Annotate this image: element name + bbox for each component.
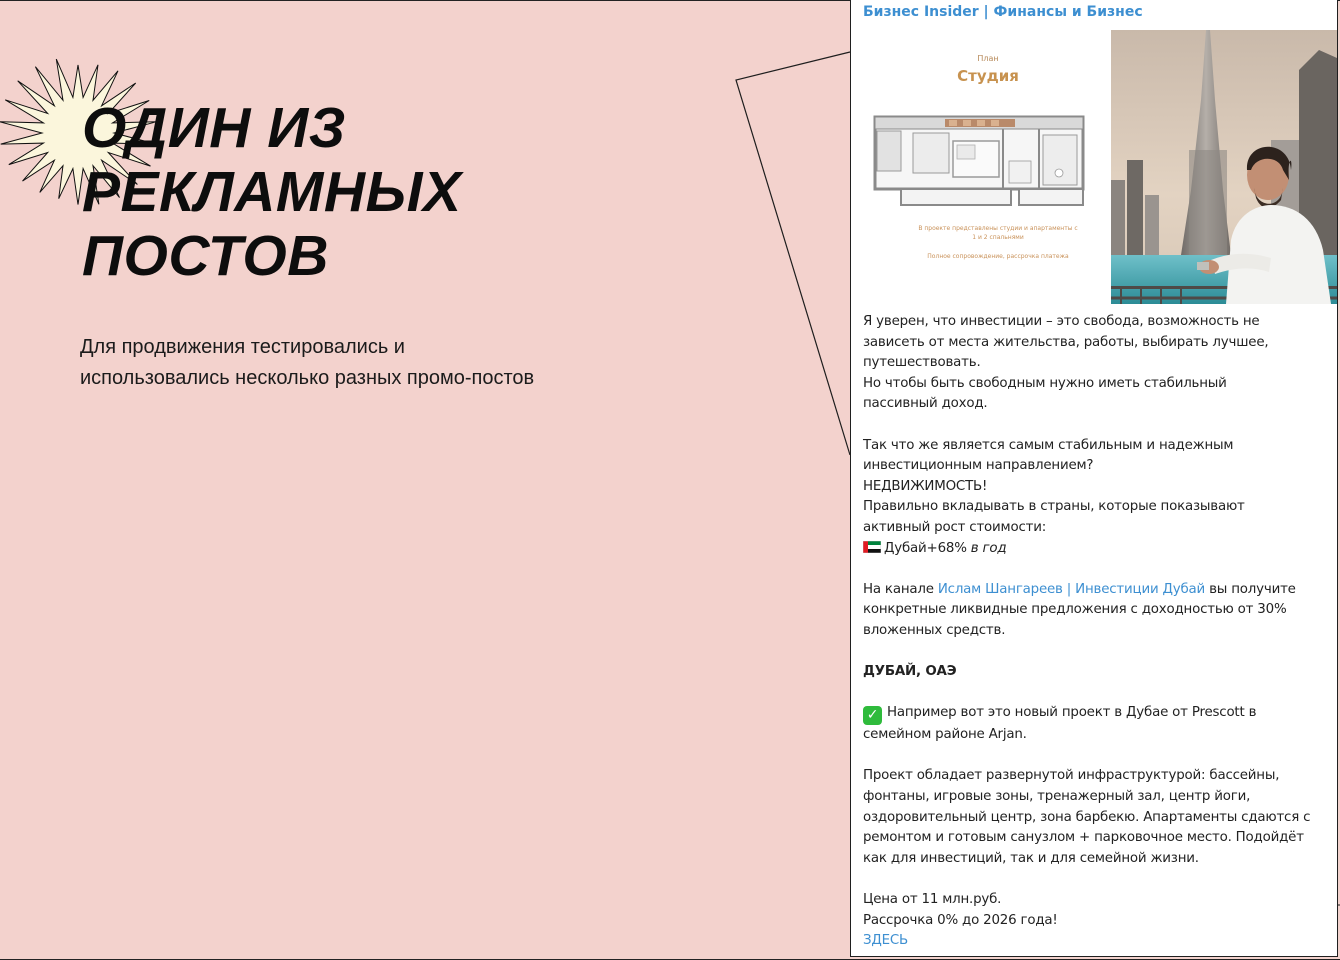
channel-promo-suffix: вы получите xyxy=(1205,581,1296,597)
dubai-growth-text: Дубай+68% xyxy=(884,540,971,556)
plan-title: Студия xyxy=(957,67,1019,85)
post-text-line: Например вот это новый проект в Дубае от… xyxy=(887,705,1257,721)
subtitle: Для продвижения тестировались и использо… xyxy=(80,332,640,394)
post-body-text: Я уверен, что инвестиции – это свобода, … xyxy=(863,312,1327,952)
promoted-channel-link[interactable]: Ислам Шангареев | Инвестиции Дубай xyxy=(938,582,1205,597)
post-text-line: семейном районе Arjan. xyxy=(863,727,1027,743)
post-text-line: инвестиционным направлением? xyxy=(863,458,1094,474)
installment-text: Рассрочка 0% до 2026 года! xyxy=(863,912,1058,928)
post-text-line: конкретные ликвидные предложения с доход… xyxy=(863,602,1287,618)
post-text-line: как для инвестиций, так и для семейной ж… xyxy=(863,850,1199,866)
telegram-post-card: Бизнес Insider | Финансы и Бизнес План С… xyxy=(850,0,1338,957)
channel-promo-prefix: На канале xyxy=(863,581,938,597)
post-text-line: вложенных средств. xyxy=(863,622,1006,638)
dubai-photo-drawing xyxy=(1111,30,1337,304)
floor-plan-drawing xyxy=(873,115,1085,206)
post-text-line: фонтаны, игровые зоны, тренажерный зал, … xyxy=(863,789,1251,805)
plan-small-label: План xyxy=(977,54,999,63)
post-text-line: Проект обладает развернутой инфраструкту… xyxy=(863,768,1280,784)
post-text-line: НЕДВИЖИМОСТЬ! xyxy=(863,478,988,494)
plan-note-secondary: Полное сопровождение, рассрочка платежа xyxy=(927,253,1069,260)
uae-flag-icon xyxy=(863,540,881,553)
post-text-line: активный рост стоимости: xyxy=(863,519,1047,535)
channel-name-link[interactable]: Бизнес Insider | Финансы и Бизнес xyxy=(863,4,1143,20)
per-year-text: в год xyxy=(970,540,1007,556)
post-text-line: зависеть от места жительства, работы, вы… xyxy=(863,334,1269,350)
post-text-line: Но чтобы быть свободным нужно иметь стаб… xyxy=(863,375,1227,391)
subtitle-line: Для продвижения тестировались и xyxy=(80,336,405,358)
title-line: ПОСТОВ xyxy=(82,224,329,288)
post-text-line: Так что же является самым стабильным и н… xyxy=(863,437,1234,453)
title-line: РЕКЛАМНЫХ xyxy=(82,160,462,224)
post-text-line: Правильно вкладывать в страны, которые п… xyxy=(863,499,1245,515)
post-text-line: оздоровительный центр, зона барбекю. Апа… xyxy=(863,809,1311,825)
page-title: ОДИН ИЗ РЕКЛАМНЫХ ПОСТОВ xyxy=(82,96,462,288)
floor-plan-image[interactable]: План Студия В проекте представлены студи… xyxy=(863,30,1113,304)
price-text: Цена от 11 млн.руб. xyxy=(863,892,1002,908)
plan-note: В проекте представлены студии и апартаме… xyxy=(918,225,1078,241)
title-line: ОДИН ИЗ xyxy=(82,96,346,160)
dubai-photo-image[interactable] xyxy=(1111,30,1337,304)
post-text-line: Я уверен, что инвестиции – это свобода, … xyxy=(863,314,1260,329)
post-text-line: путешествовать. xyxy=(863,355,981,371)
check-mark-icon: ✓ xyxy=(863,706,882,726)
cta-link[interactable]: ЗДЕСЬ xyxy=(863,933,908,948)
location-heading: ДУБАЙ, ОАЭ xyxy=(863,664,957,680)
post-text-line: пассивный доход. xyxy=(863,396,988,412)
post-text-line: ремонтом и готовым санузлом + парковочно… xyxy=(863,830,1304,846)
subtitle-line: использовались несколько разных промо-по… xyxy=(80,367,535,389)
